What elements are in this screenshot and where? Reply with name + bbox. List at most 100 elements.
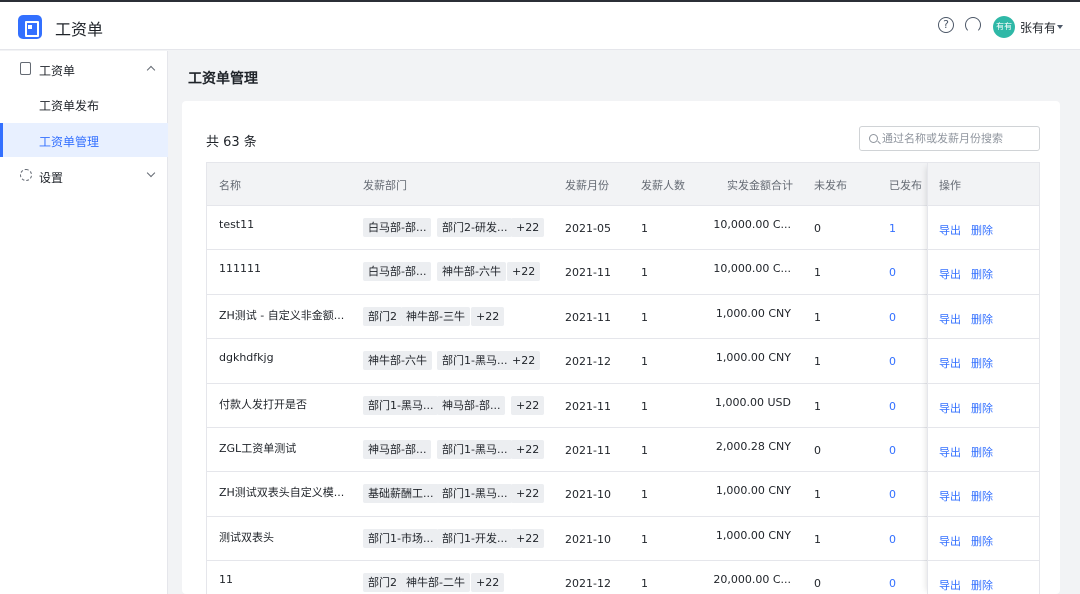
export-button[interactable]: 导出 [939, 355, 961, 371]
cell-month: 2021-12 [565, 355, 611, 369]
col-header-name: 名称 [219, 179, 241, 192]
search-input[interactable] [882, 130, 1032, 147]
cell-name: 测试双表头 [219, 530, 274, 544]
col-header-count: 发薪人数 [641, 179, 685, 192]
gear-icon [20, 169, 32, 181]
dept-tag: 神牛部-六牛 [363, 351, 432, 371]
sidebar-item-payroll-manage[interactable]: 工资单管理 [0, 123, 168, 157]
sidebar-group-settings[interactable]: 设置 [0, 158, 168, 194]
dept-tag: 神马部-部... [437, 395, 506, 415]
delete-button[interactable]: 删除 [971, 533, 993, 549]
payroll-table: 名称 发薪部门 发薪月份 发薪人数 实发金额合计 未发布 已发布 操作 test… [206, 162, 1040, 594]
col-header-published: 已发布 [889, 179, 922, 192]
cell-month: 2021-11 [565, 399, 611, 413]
sidebar-item-label: 工资单发布 [39, 99, 100, 113]
cell-amount: 1,000.00 CNY [715, 306, 791, 320]
table-row: test11 白马部-部... 部门2-研发... +22 2021-05 1 10,000… [207, 205, 1039, 249]
app-logo-icon [18, 15, 42, 39]
export-button[interactable]: 导出 [939, 311, 961, 327]
support-headset-icon[interactable] [965, 17, 981, 33]
table-row: ZH测试 - 自定义非金额... 部门2 神牛部-三牛 +22 2021-11 1 1,00… [207, 293, 1039, 338]
cell-month: 2021-11 [565, 444, 611, 457]
delete-button[interactable]: 删除 [971, 488, 993, 504]
export-button[interactable]: 导出 [939, 577, 961, 593]
cell-published-link[interactable]: 0 [889, 311, 896, 324]
cell-amount: 1,000.00 USD [715, 395, 791, 409]
dept-tag: +22 [507, 262, 541, 282]
cell-amount: 20,000.00 C... [713, 573, 791, 587]
cell-count: 1 [641, 488, 648, 502]
cell-name: 11 [219, 573, 233, 587]
cell-count: 1 [641, 532, 648, 546]
cell-unpublished: 1 [814, 488, 821, 502]
cell-amount: 10,000.00 C... [713, 218, 791, 231]
export-button[interactable]: 导出 [939, 533, 961, 549]
cell-count: 1 [641, 310, 648, 324]
delete-button[interactable]: 删除 [971, 266, 993, 282]
dept-tag: 基础薪酬工... [363, 484, 439, 504]
cell-month: 2021-10 [565, 488, 611, 502]
cell-published-link[interactable]: 0 [889, 355, 896, 368]
dept-tag: +22 [511, 440, 545, 459]
chevron-down-icon [146, 168, 156, 178]
cell-count: 1 [641, 399, 648, 413]
cell-published-link[interactable]: 1 [889, 222, 896, 235]
export-button[interactable]: 导出 [939, 266, 961, 282]
cell-month: 2021-10 [565, 532, 611, 546]
dept-tag: 部门2-研发... [437, 218, 513, 237]
delete-button[interactable]: 删除 [971, 577, 993, 593]
export-button[interactable]: 导出 [939, 488, 961, 504]
cell-name: 111111 [219, 262, 261, 276]
dept-tag: 神牛部-六牛 [437, 262, 506, 282]
cell-amount: 1,000.00 CNY [715, 528, 791, 542]
sidebar-group-payroll[interactable]: 工资单 [0, 51, 168, 87]
clipboard-icon [20, 62, 31, 75]
col-header-ops: 操作 [939, 179, 961, 192]
cell-name: ZH测试 - 自定义非金额... [219, 308, 345, 322]
dept-tag: 部门2 [363, 306, 402, 326]
export-button[interactable]: 导出 [939, 444, 961, 460]
dept-tag: 神牛部-三牛 [401, 306, 470, 326]
export-button[interactable]: 导出 [939, 222, 961, 238]
user-name[interactable]: 张有有 [1020, 19, 1056, 36]
cell-published-link[interactable]: 0 [889, 444, 896, 457]
table-row: 测试双表头 部门1-市场... 部门1-开发... +22 2021-10 1 1,000.… [207, 515, 1039, 560]
delete-button[interactable]: 删除 [971, 311, 993, 327]
cell-name: ZGL工资单测试 [219, 442, 297, 455]
cell-published-link[interactable]: 0 [889, 533, 896, 546]
chevron-down-icon[interactable] [1057, 25, 1063, 29]
cell-month: 2021-05 [565, 222, 611, 235]
table-header: 名称 发薪部门 发薪月份 发薪人数 实发金额合计 未发布 已发布 操作 [207, 163, 1039, 205]
cell-unpublished: 1 [814, 355, 821, 369]
cell-count: 1 [641, 266, 648, 280]
delete-button[interactable]: 删除 [971, 355, 993, 371]
cell-published-link[interactable]: 0 [889, 266, 896, 279]
table-row: ZH测试双表头自定义模... 基础薪酬工... 部门1-黑马... +22 2021-1… [207, 471, 1039, 515]
search-box[interactable] [859, 126, 1040, 151]
avatar[interactable]: 有有 [993, 16, 1015, 38]
cell-month: 2021-12 [565, 577, 611, 591]
col-header-month: 发薪月份 [565, 179, 609, 192]
table-row: ZGL工资单测试 神马部-部... 部门1-黑马... +22 2021-11 1 2,00… [207, 427, 1039, 471]
dept-tag: 部门2 [363, 573, 402, 593]
dept-tag: 部门1-开发... [437, 528, 513, 548]
cell-published-link[interactable]: 0 [889, 488, 896, 501]
col-header-dept: 发薪部门 [363, 179, 407, 192]
cell-count: 1 [641, 444, 648, 457]
page-title: 工资单管理 [188, 71, 258, 87]
cell-amount: 1,000.00 CNY [715, 484, 791, 498]
cell-name: test11 [219, 218, 255, 231]
delete-button[interactable]: 删除 [971, 222, 993, 238]
sidebar-item-payroll-publish[interactable]: 工资单发布 [0, 87, 168, 121]
col-header-amount: 实发金额合计 [727, 179, 793, 192]
help-icon[interactable]: ? [938, 17, 954, 33]
delete-button[interactable]: 删除 [971, 444, 993, 460]
export-button[interactable]: 导出 [939, 400, 961, 416]
cell-unpublished: 1 [814, 532, 821, 546]
cell-published-link[interactable]: 0 [889, 577, 896, 590]
cell-published-link[interactable]: 0 [889, 400, 896, 413]
sidebar-group-label: 工资单 [39, 64, 76, 78]
delete-button[interactable]: 删除 [971, 400, 993, 416]
cell-count: 1 [641, 355, 648, 369]
dept-tag: 部门1-黑马... [363, 395, 439, 415]
